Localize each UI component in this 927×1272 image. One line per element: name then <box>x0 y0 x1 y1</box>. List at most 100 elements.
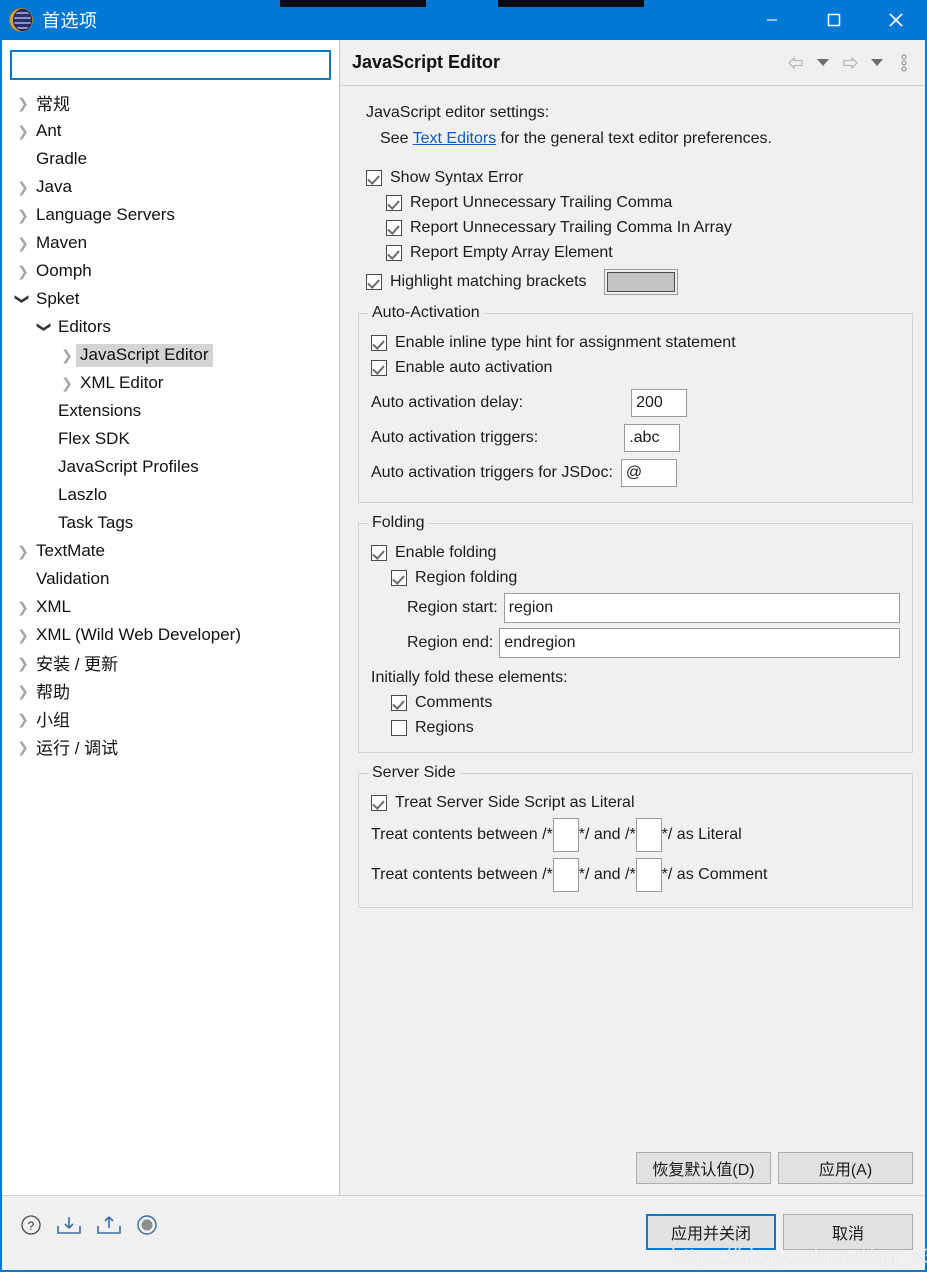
dialog-content: ❯ 常规 ❯ Ant Gradle ❯ Java ❯ Language Servers ❯ Mave… <box>2 40 925 1197</box>
tree-item-validation[interactable]: Validation <box>2 565 339 593</box>
region-folding-checkbox[interactable] <box>391 569 407 586</box>
page-toolbar <box>785 52 915 74</box>
tree-item-[interactable]: ❯ 安装 / 更新 <box>2 649 339 677</box>
literal-start-input[interactable] <box>552 818 579 852</box>
jsdoc-triggers-input[interactable] <box>620 458 677 487</box>
import-icon[interactable] <box>56 1214 82 1241</box>
tree-item-laszlo[interactable]: Laszlo <box>2 481 339 509</box>
enable-auto-activation-label: Enable auto activation <box>395 358 553 376</box>
minimize-icon[interactable] <box>741 0 803 40</box>
tree-item-javascript-profiles[interactable]: JavaScript Profiles <box>2 453 339 481</box>
intro-see-label: See <box>380 130 409 147</box>
tree-item-javascript-editor[interactable]: ❯ JavaScript Editor <box>2 341 339 369</box>
tree-item-label: Maven <box>36 232 88 252</box>
preferences-tree[interactable]: ❯ 常规 ❯ Ant Gradle ❯ Java ❯ Language Servers ❯ Mave… <box>2 89 339 761</box>
comment-end-input[interactable] <box>635 858 662 892</box>
bracket-color-swatch[interactable] <box>603 269 678 295</box>
chevron-right-icon[interactable]: ❯ <box>14 684 32 698</box>
back-arrow-icon[interactable] <box>785 52 807 74</box>
tree-item-ant[interactable]: ❯ Ant <box>2 117 339 145</box>
comment-start-input[interactable] <box>552 858 579 892</box>
chevron-down-icon[interactable]: ❯ <box>37 318 53 336</box>
apply-button[interactable]: 应用(A) <box>778 1152 913 1184</box>
literal-end-input[interactable] <box>635 818 662 852</box>
tree-item-language-servers[interactable]: ❯ Language Servers <box>2 201 339 229</box>
help-icon[interactable]: ? <box>20 1214 42 1241</box>
inline-hint-row[interactable]: Enable inline type hint for assignment s… <box>371 330 900 355</box>
region-end-input[interactable] <box>499 627 900 658</box>
filter-input[interactable] <box>12 52 329 78</box>
trailing-comma-array-checkbox[interactable] <box>386 219 402 236</box>
highlight-brackets-checkbox[interactable] <box>366 274 382 290</box>
fold-regions-checkbox[interactable] <box>391 719 407 736</box>
enable-folding-checkbox[interactable] <box>371 544 387 561</box>
inline-hint-checkbox[interactable] <box>371 334 387 351</box>
close-icon[interactable] <box>865 0 927 40</box>
chevron-right-icon[interactable]: ❯ <box>14 96 32 110</box>
text-editors-link[interactable]: Text Editors <box>413 130 497 147</box>
tree-item-xml[interactable]: ❯ XML <box>2 593 339 621</box>
status-circle-icon[interactable] <box>136 1214 158 1241</box>
forward-arrow-icon[interactable] <box>839 52 861 74</box>
region-start-input[interactable] <box>503 592 900 623</box>
tree-item-[interactable]: ❯ 小组 <box>2 705 339 733</box>
region-folding-row[interactable]: Region folding <box>371 565 900 590</box>
apply-and-close-button[interactable]: 应用并关闭 <box>646 1214 776 1250</box>
enable-auto-activation-checkbox[interactable] <box>371 359 387 376</box>
chevron-right-icon[interactable]: ❯ <box>14 236 32 250</box>
show-syntax-error-row[interactable]: Show Syntax Error <box>366 165 925 190</box>
chevron-down-icon[interactable] <box>866 52 888 74</box>
auto-activation-triggers-input[interactable] <box>624 423 681 452</box>
chevron-right-icon[interactable]: ❯ <box>14 656 32 670</box>
empty-array-element-checkbox[interactable] <box>386 244 402 261</box>
chevron-down-icon[interactable] <box>812 52 834 74</box>
tree-item-flex-sdk[interactable]: Flex SDK <box>2 425 339 453</box>
tree-item-editors[interactable]: ❯ Editors <box>2 313 339 341</box>
tree-item-textmate[interactable]: ❯ TextMate <box>2 537 339 565</box>
empty-array-element-row[interactable]: Report Empty Array Element <box>366 240 925 265</box>
chevron-right-icon[interactable]: ❯ <box>14 208 32 222</box>
chevron-right-icon[interactable]: ❯ <box>14 544 32 558</box>
tree-item-maven[interactable]: ❯ Maven <box>2 229 339 257</box>
tree-item-extensions[interactable]: Extensions <box>2 397 339 425</box>
tree-item-[interactable]: ❯ 运行 / 调试 <box>2 733 339 761</box>
fold-comments-row[interactable]: Comments <box>371 690 900 715</box>
treat-server-literal-checkbox[interactable] <box>371 794 387 811</box>
restore-defaults-button[interactable]: 恢复默认值(D) <box>636 1152 771 1184</box>
tree-item-gradle[interactable]: Gradle <box>2 145 339 173</box>
fold-regions-row[interactable]: Regions <box>371 715 900 740</box>
chevron-right-icon[interactable]: ❯ <box>14 600 32 614</box>
chevron-right-icon[interactable]: ❯ <box>14 180 32 194</box>
chevron-right-icon[interactable]: ❯ <box>14 124 32 138</box>
chevron-right-icon[interactable]: ❯ <box>14 264 32 278</box>
trailing-comma-checkbox[interactable] <box>386 194 402 211</box>
cancel-button[interactable]: 取消 <box>783 1214 913 1250</box>
show-syntax-error-checkbox[interactable] <box>366 169 382 186</box>
fold-comments-checkbox[interactable] <box>391 694 407 711</box>
chevron-right-icon[interactable]: ❯ <box>14 628 32 642</box>
tree-item-task-tags[interactable]: Task Tags <box>2 509 339 537</box>
tree-item-spket[interactable]: ❯ Spket <box>2 285 339 313</box>
chevron-right-icon[interactable]: ❯ <box>58 348 76 362</box>
tree-item-[interactable]: ❯ 帮助 <box>2 677 339 705</box>
auto-activation-delay-input[interactable] <box>631 388 688 417</box>
tree-item-oomph[interactable]: ❯ Oomph <box>2 257 339 285</box>
filter-box[interactable] <box>10 50 331 80</box>
tree-item-xml-editor[interactable]: ❯ XML Editor <box>2 369 339 397</box>
enable-folding-row[interactable]: Enable folding <box>371 540 900 565</box>
highlight-brackets-row[interactable]: Highlight matching brackets <box>366 265 925 299</box>
chevron-down-icon[interactable]: ❯ <box>15 290 31 308</box>
vertical-dots-icon[interactable] <box>893 52 915 74</box>
tree-item-java[interactable]: ❯ Java <box>2 173 339 201</box>
trailing-comma-array-row[interactable]: Report Unnecessary Trailing Comma In Arr… <box>366 215 925 240</box>
maximize-icon[interactable] <box>803 0 865 40</box>
chevron-right-icon[interactable]: ❯ <box>58 376 76 390</box>
chevron-right-icon[interactable]: ❯ <box>14 712 32 726</box>
chevron-right-icon[interactable]: ❯ <box>14 740 32 754</box>
enable-auto-activation-row[interactable]: Enable auto activation <box>371 355 900 380</box>
trailing-comma-row[interactable]: Report Unnecessary Trailing Comma <box>366 190 925 215</box>
treat-server-literal-row[interactable]: Treat Server Side Script as Literal <box>371 790 900 815</box>
export-icon[interactable] <box>96 1214 122 1241</box>
tree-item-[interactable]: ❯ 常规 <box>2 89 339 117</box>
tree-item-xml-wild-web-developer[interactable]: ❯ XML (Wild Web Developer) <box>2 621 339 649</box>
